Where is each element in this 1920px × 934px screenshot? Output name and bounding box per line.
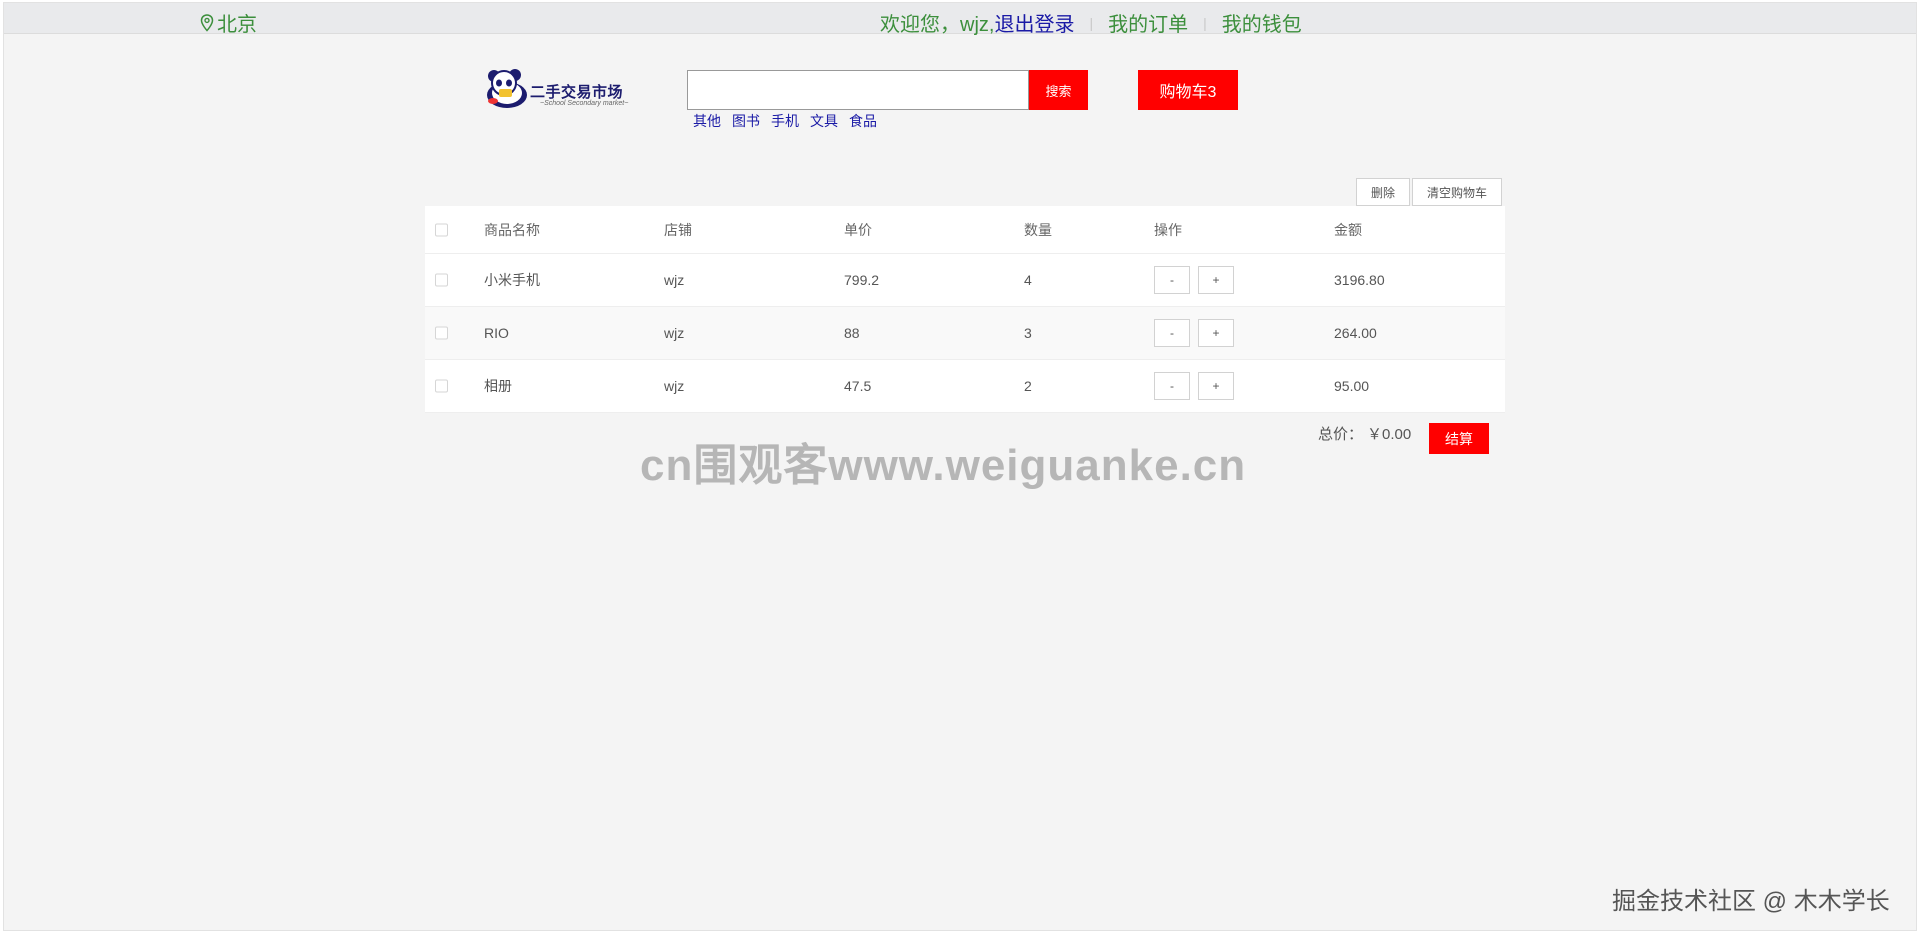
header-price: 单价 bbox=[844, 221, 872, 238]
credit-watermark: 掘金技术社区 @ 木木学长 bbox=[1612, 888, 1890, 915]
header-qty: 数量 bbox=[1024, 221, 1052, 238]
search-button[interactable]: 搜索 bbox=[1029, 70, 1088, 110]
increase-button[interactable]: + bbox=[1198, 319, 1234, 347]
row-checkbox[interactable] bbox=[435, 326, 448, 340]
top-bar: 北京 欢迎您，wjz, 退出登录 | 我的订单 | 我的钱包 bbox=[4, 3, 1916, 37]
my-orders-link[interactable]: 我的订单 bbox=[1108, 8, 1188, 37]
unit-price: 47.5 bbox=[844, 378, 872, 394]
total-value: ￥0.00 bbox=[1367, 426, 1412, 443]
table-header-row: 商品名称 店铺 单价 数量 操作 金额 bbox=[425, 206, 1505, 254]
header-amount: 金额 bbox=[1334, 221, 1362, 238]
category-link-other[interactable]: 其他 bbox=[693, 111, 721, 131]
line-amount: 3196.80 bbox=[1334, 272, 1385, 288]
increase-button[interactable]: + bbox=[1198, 372, 1234, 400]
shop-name: wjz bbox=[664, 325, 685, 341]
quantity: 2 bbox=[1024, 378, 1032, 394]
search-input[interactable] bbox=[687, 70, 1029, 110]
line-amount: 95.00 bbox=[1334, 378, 1370, 394]
category-link-stationery[interactable]: 文具 bbox=[810, 111, 838, 131]
watermark-text: cn围观客www.weiguanke.cn bbox=[640, 441, 1247, 490]
welcome-text: 欢迎您，wjz, bbox=[880, 14, 995, 36]
header-name: 商品名称 bbox=[484, 221, 540, 238]
category-link-phones[interactable]: 手机 bbox=[771, 111, 799, 131]
table-row: 小米手机 wjz 799.2 4 - + 3196.80 bbox=[425, 254, 1505, 307]
location[interactable]: 北京 bbox=[200, 8, 257, 37]
cart-toolbar: 删除 清空购物车 bbox=[1356, 178, 1503, 206]
location-pin-icon bbox=[200, 13, 214, 32]
location-label: 北京 bbox=[217, 14, 257, 36]
unit-price: 88 bbox=[844, 325, 860, 341]
decrease-button[interactable]: - bbox=[1154, 372, 1190, 400]
table-row: 相册 wjz 47.5 2 - + 95.00 bbox=[425, 360, 1505, 413]
header-shop: 店铺 bbox=[664, 221, 692, 238]
product-name: RIO bbox=[484, 325, 509, 341]
delete-button[interactable]: 删除 bbox=[1356, 178, 1411, 206]
increase-button[interactable]: + bbox=[1198, 266, 1234, 294]
my-wallet-link[interactable]: 我的钱包 bbox=[1222, 8, 1302, 37]
panda-logo-icon bbox=[487, 69, 527, 108]
cart-total: 总价： ￥0.00 bbox=[1318, 423, 1411, 444]
table-row: RIO wjz 88 3 - + 264.00 bbox=[425, 307, 1505, 360]
row-checkbox[interactable] bbox=[435, 379, 448, 393]
total-label: 总价： bbox=[1318, 426, 1364, 443]
product-name: 小米手机 bbox=[484, 272, 540, 288]
cart-button[interactable]: 购物车3 bbox=[1138, 70, 1238, 110]
quantity-controls: - + bbox=[1154, 266, 1234, 294]
quantity-controls: - + bbox=[1154, 319, 1234, 347]
row-checkbox[interactable] bbox=[435, 273, 448, 287]
cart-table: 商品名称 店铺 单价 数量 操作 金额 小米手机 wjz 799.2 4 - +… bbox=[425, 206, 1505, 413]
page-frame: 北京 欢迎您，wjz, 退出登录 | 我的订单 | 我的钱包 二手交易市场 ~S… bbox=[3, 2, 1917, 931]
quantity: 3 bbox=[1024, 325, 1032, 341]
decrease-button[interactable]: - bbox=[1154, 319, 1190, 347]
decrease-button[interactable]: - bbox=[1154, 266, 1190, 294]
quantity: 4 bbox=[1024, 272, 1032, 288]
line-amount: 264.00 bbox=[1334, 325, 1377, 341]
nav-separator: | bbox=[1203, 14, 1207, 31]
quick-categories: 其他 图书 手机 文具 食品 bbox=[693, 111, 877, 131]
shop-name: wjz bbox=[664, 272, 685, 288]
unit-price: 799.2 bbox=[844, 272, 880, 288]
clear-cart-button[interactable]: 清空购物车 bbox=[1412, 178, 1503, 206]
nav-separator: | bbox=[1089, 14, 1094, 31]
logo-title: 二手交易市场 bbox=[530, 84, 624, 101]
header-op: 操作 bbox=[1154, 221, 1182, 238]
category-link-food[interactable]: 食品 bbox=[849, 111, 877, 131]
select-all-checkbox[interactable] bbox=[435, 223, 448, 236]
site-logo[interactable]: 二手交易市场 ~School Secondary market~ bbox=[485, 67, 630, 113]
product-name: 相册 bbox=[484, 378, 512, 394]
logo-subtitle: ~School Secondary market~ bbox=[540, 100, 629, 107]
shop-name: wjz bbox=[664, 378, 685, 394]
quantity-controls: - + bbox=[1154, 372, 1234, 400]
logout-link[interactable]: 退出登录 bbox=[994, 8, 1074, 37]
top-nav: 欢迎您，wjz, 退出登录 | 我的订单 | 我的钱包 bbox=[880, 8, 1302, 37]
category-link-books[interactable]: 图书 bbox=[732, 111, 760, 131]
checkout-button[interactable]: 结算 bbox=[1429, 423, 1489, 454]
